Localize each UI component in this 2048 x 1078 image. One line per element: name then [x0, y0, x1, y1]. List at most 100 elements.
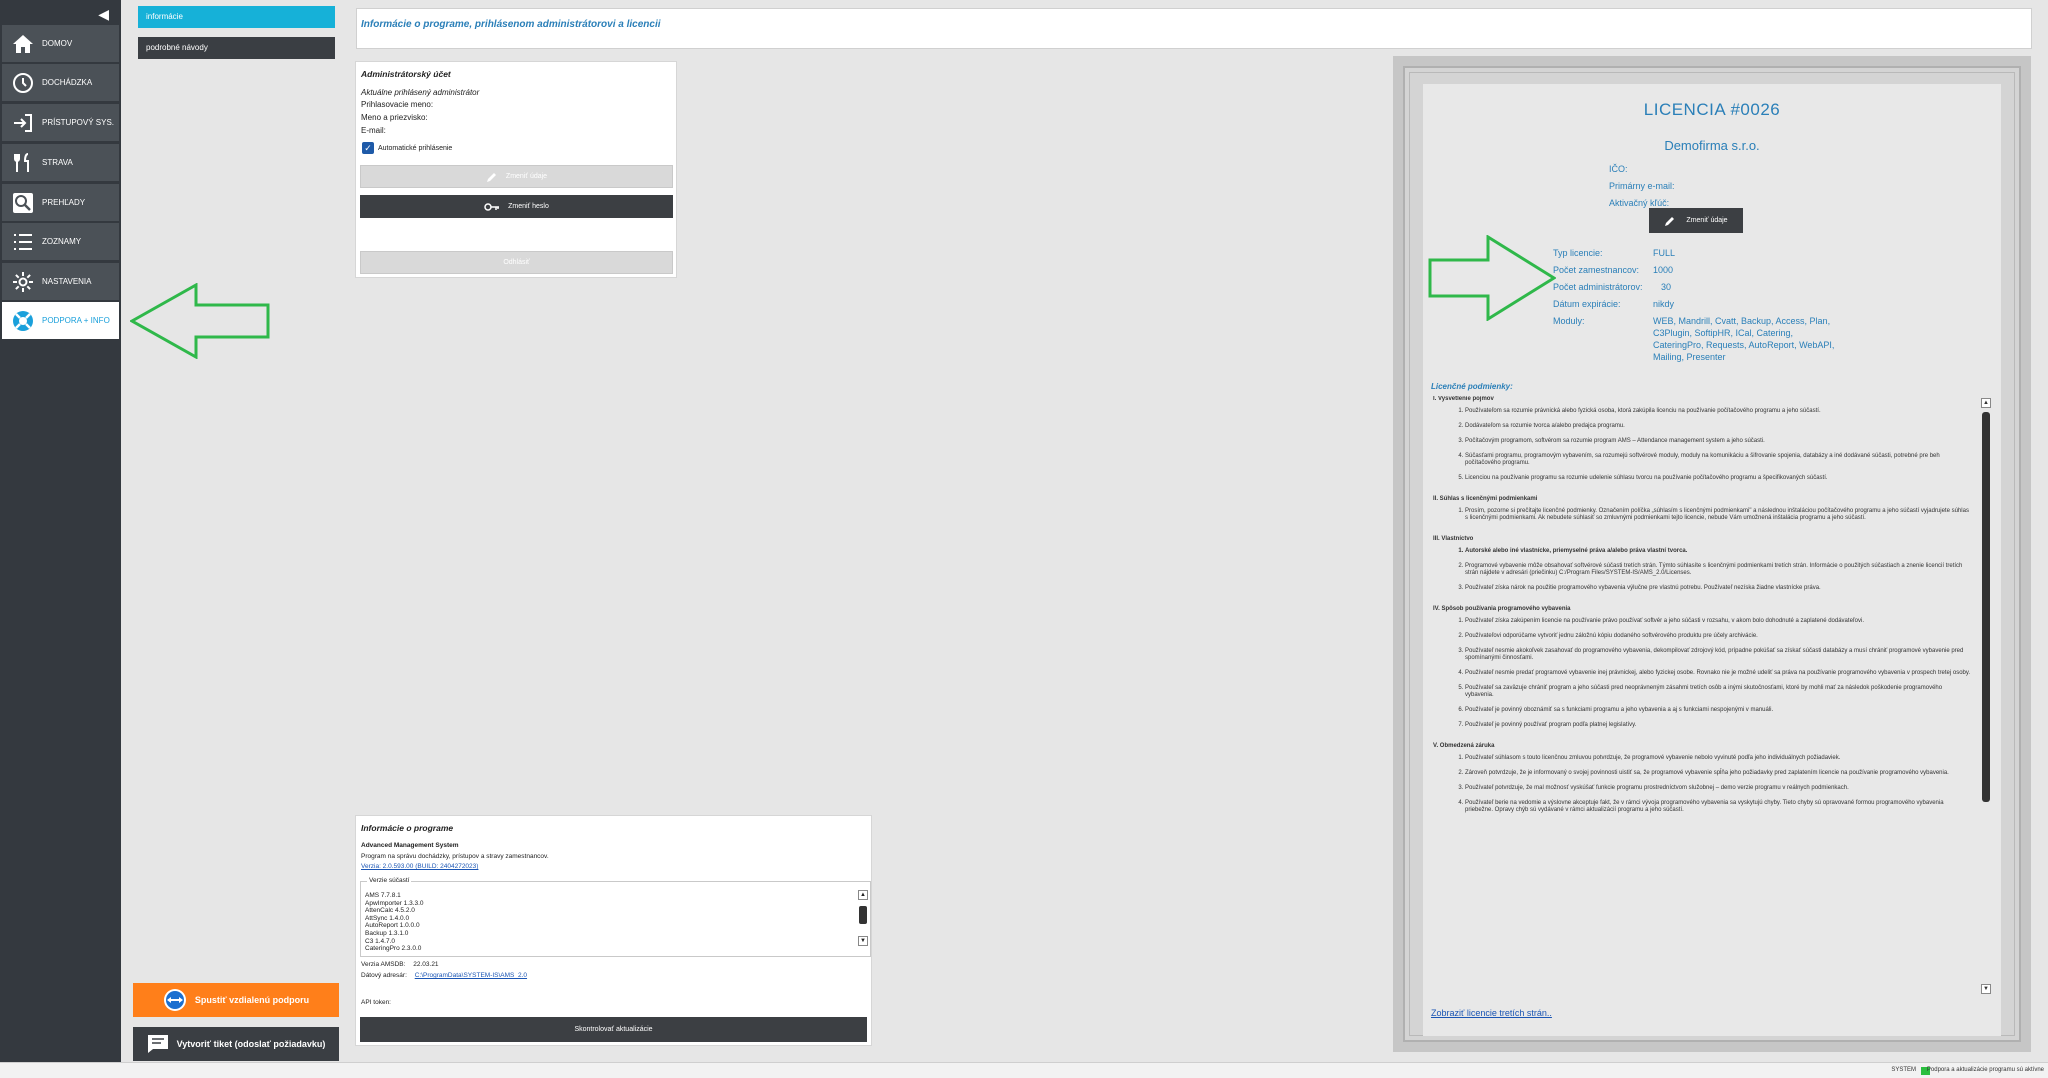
list-item: Programové vybavenie môže obsahovať soft… — [1465, 563, 1971, 577]
nav-label: DOCHÁDZKA — [42, 78, 93, 87]
nav-item-podpora-info[interactable]: PODPORA + INFO — [2, 302, 119, 339]
edit-admin-button[interactable]: Zmeniť údaje — [360, 165, 673, 188]
nav-item-prehlady[interactable]: PREHĽADY — [2, 184, 119, 221]
login-name-label: Prihlasovacie meno: — [361, 100, 434, 109]
version-link[interactable]: Verzia: 2.0.593.00 (BUILD: 2404272023) — [361, 863, 478, 870]
collapse-menu-icon[interactable]: ◀ — [98, 6, 109, 23]
components-box: Verzie súčastí AMS 7.7.8.1 ApwImporter 1… — [360, 877, 871, 957]
nav-item-dochadzka[interactable]: DOCHÁDZKA — [2, 64, 119, 101]
remote-support-button[interactable]: Spustiť vzdialenú podporu — [133, 983, 339, 1017]
page-title: Informácie o programe, prihlásenom admin… — [361, 19, 661, 30]
nav-item-domov[interactable]: DOMOV — [2, 25, 119, 62]
scroll-up-icon[interactable]: ▲ — [858, 890, 868, 900]
list-icon — [8, 227, 38, 257]
list-item: Používateľ súhlasom s touto licenčnou zm… — [1465, 755, 1971, 762]
scroll-down-icon[interactable]: ▼ — [1981, 984, 1991, 994]
modules-line: Mailing, Presenter — [1653, 352, 1726, 362]
nav-label: PREHĽADY — [42, 198, 86, 207]
nav-item-zoznamy[interactable]: ZOZNAMY — [2, 223, 119, 260]
program-panel-title: Informácie o programe — [361, 823, 454, 833]
list-item: Používateľ získa nárok na použitie progr… — [1465, 585, 1971, 592]
nav-item-nastavenia[interactable]: NASTAVENIA — [2, 263, 119, 300]
list-item: Používateľ berie na vedomie a výslovne a… — [1465, 800, 1971, 814]
page-header: Informácie o programe, prihlásenom admin… — [356, 8, 2032, 49]
main-navigation: ◀ DOMOV DOCHÁDZKA PRÍSTUPOVÝ SYS. STRAVA… — [0, 0, 121, 1062]
create-ticket-button[interactable]: Vytvoriť tiket (odoslať požiadavku) — [133, 1027, 339, 1061]
chat-icon — [147, 1034, 169, 1054]
submenu-informacie[interactable]: informácie — [138, 6, 335, 28]
licence-type-value: FULL — [1653, 248, 1676, 258]
search-icon — [8, 188, 38, 218]
check-updates-button[interactable]: Skontrolovať aktualizácie — [360, 1017, 867, 1042]
list-item: AutoReport 1.0.0.0 — [365, 922, 420, 930]
list-item: Používateľ nesmie predať programové vyba… — [1465, 670, 1971, 677]
list-item: AttenCalc 4.5.2.0 — [365, 907, 415, 915]
scroll-thumb[interactable] — [859, 906, 867, 924]
status-bar: SYSTEM Podpora a aktualizácie programu s… — [0, 1062, 2048, 1078]
admin-panel-title: Administrátorský účet — [361, 69, 451, 79]
terms-section-title: II. Súhlas s licenčnými podmienkami — [1433, 496, 1538, 502]
list-item: Počítačovým programom, softvérom sa rozu… — [1465, 438, 1971, 445]
licence-title: LICENCIA #0026 — [1643, 100, 1781, 119]
pencil-icon — [486, 171, 498, 183]
arrow-right-icon — [1428, 235, 1556, 321]
list-item: Dodávateľom sa rozumie tvorca a/alebo pr… — [1465, 423, 1971, 430]
data-dir-label: Dátový adresár: — [361, 972, 407, 979]
terms-title: Licenčné podmienky: — [1431, 382, 1513, 391]
clock-icon — [8, 68, 38, 98]
autologin-label: Automatické prihlásenie — [378, 144, 453, 152]
edit-admin-label: Zmeniť údaje — [505, 173, 548, 180]
status-message: Podpora a aktualizácie programu sú aktív… — [1926, 1067, 2044, 1073]
list-item: CateringPro 2.3.0.0 — [365, 945, 422, 953]
program-description: Program na správu dochádzky, prístupov a… — [361, 853, 549, 860]
logout-button[interactable]: Odhlásiť — [360, 251, 673, 274]
amsdb-value: 22.03.21 — [413, 961, 439, 968]
full-name-label: Meno a priezvisko: — [361, 113, 428, 122]
list-item: Používateľ získa zakúpením licencie na p… — [1465, 618, 1971, 625]
list-item: AMS 7.7.8.1 — [365, 892, 401, 899]
list-item: ApwImporter 1.3.3.0 — [365, 899, 424, 907]
nav-label: PRÍSTUPOVÝ SYS. — [42, 118, 115, 127]
program-name: Advanced Management System — [361, 842, 459, 849]
employees-value: 1000 — [1653, 265, 1674, 275]
list-item: Používateľ je povinný oboznámiť sa s fun… — [1465, 707, 1971, 714]
list-item: Autorské alebo iné vlastnícke, priemysel… — [1465, 548, 1971, 555]
edit-licence-button[interactable]: Zmeniť údaje — [1649, 208, 1743, 233]
home-icon — [8, 29, 38, 59]
teamviewer-icon — [163, 988, 187, 1012]
admins-value: 30 — [1661, 282, 1672, 292]
components-scrollbar[interactable]: ▲ ▼ — [858, 890, 868, 954]
modules-line: C3Plugin, SoftipHR, ICal, Catering, — [1653, 328, 1794, 338]
list-item: Používateľ sa zaväzuje chrániť program a… — [1465, 685, 1971, 699]
gear-icon — [8, 267, 38, 297]
ico-label: IČO: — [1609, 164, 1628, 174]
terms-scroll-area[interactable]: I. Vysvetlenie pojmov Používateľom sa ro… — [1431, 396, 1991, 996]
admin-account-panel: Administrátorský účet Aktuálne prihlásen… — [355, 61, 677, 278]
nav-label: STRAVA — [42, 158, 73, 167]
terms-scrollbar[interactable]: ▲ ▼ — [1981, 398, 1991, 994]
data-dir-link[interactable]: C:\ProgramData\SYSTEM-IS\AMS_2.0 — [415, 972, 527, 979]
nav-label: NASTAVENIA — [42, 277, 92, 286]
email-label: E-mail: — [361, 126, 386, 135]
cutlery-icon — [8, 148, 38, 178]
nav-item-strava[interactable]: STRAVA — [2, 144, 119, 181]
list-item: Používateľom sa rozumie právnická alebo … — [1465, 408, 1971, 415]
nav-item-pristupovy-sys[interactable]: PRÍSTUPOVÝ SYS. — [2, 104, 119, 141]
scroll-down-icon[interactable]: ▼ — [858, 936, 868, 946]
admin-subtitle: Aktuálne prihlásený administrátor — [361, 88, 480, 97]
terms-section-title: I. Vysvetlenie pojmov — [1433, 396, 1494, 402]
terms-section-title: III. Vlastníctvo — [1433, 536, 1474, 542]
submenu-podrobne-navody[interactable]: podrobné návody — [138, 37, 335, 59]
components-list[interactable]: AMS 7.7.8.1 ApwImporter 1.3.3.0 AttenCal… — [365, 892, 424, 953]
modules-line: CateringPro, Requests, AutoReport, WebAP… — [1653, 340, 1835, 350]
licence-content: LICENCIA #0026 Demofirma s.r.o. IČO: Pri… — [1423, 84, 2001, 1036]
list-item: Prosím, pozorne si prečítajte licenčné p… — [1465, 508, 1971, 522]
autologin-checkbox[interactable]: ✓ Automatické prihlásenie — [362, 142, 452, 154]
licence-type-label: Typ licencie: — [1553, 248, 1603, 258]
change-password-button[interactable]: Zmeniť heslo — [360, 195, 673, 218]
scroll-thumb[interactable] — [1982, 412, 1990, 802]
primary-email-label: Primárny e-mail: — [1609, 181, 1675, 191]
third-party-licences-link[interactable]: Zobraziť licencie tretích strán.. — [1431, 1008, 1552, 1018]
list-item: Backup 1.3.1.0 — [365, 929, 409, 937]
scroll-up-icon[interactable]: ▲ — [1981, 398, 1991, 408]
